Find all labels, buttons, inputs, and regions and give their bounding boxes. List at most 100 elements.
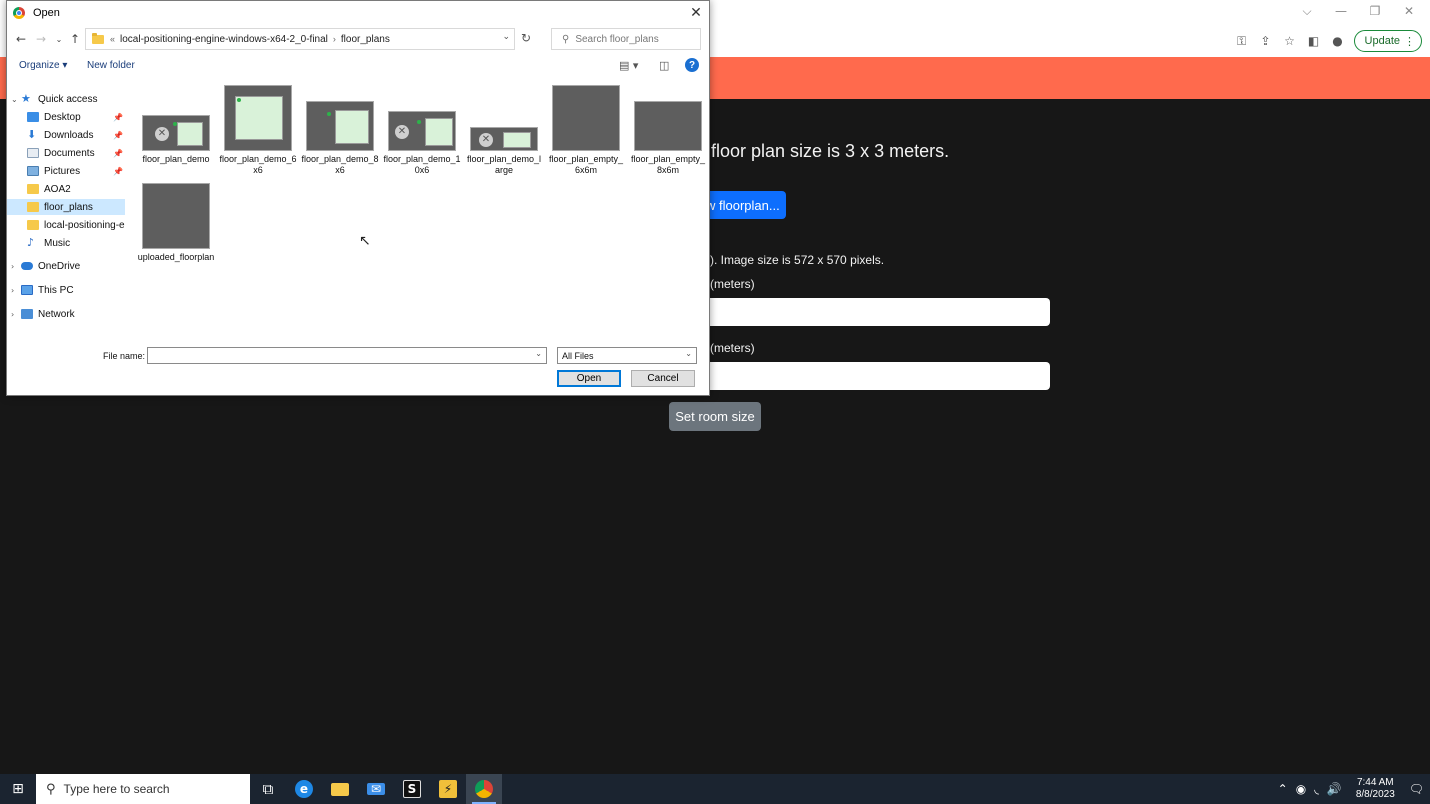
- change-view-icon[interactable]: ▤ ▾: [619, 59, 638, 72]
- network-icon: [21, 309, 33, 319]
- folder-app-icon[interactable]: ⚡: [430, 774, 466, 804]
- up-arrow-icon[interactable]: ↑: [67, 31, 83, 47]
- nav-downloads[interactable]: ⬇ Downloads 📌: [7, 127, 125, 143]
- file-explorer-icon[interactable]: [322, 774, 358, 804]
- height-input[interactable]: [700, 362, 1050, 390]
- update-button[interactable]: Update ⋮: [1353, 30, 1422, 52]
- file-name-dropdown-icon[interactable]: ⌄: [535, 349, 542, 358]
- refresh-icon[interactable]: ↻: [521, 31, 531, 45]
- mail-icon[interactable]: ✉: [358, 774, 394, 804]
- file-thumbnail: [224, 85, 292, 151]
- tab-search-icon[interactable]: ⌵: [1290, 2, 1324, 20]
- expanded-chevron-icon[interactable]: ⌄: [11, 95, 21, 104]
- music-icon: ♪: [27, 236, 35, 249]
- new-folder-button[interactable]: New folder: [87, 60, 135, 71]
- file-item[interactable]: ✕ floor_plan_demo_10x6: [383, 83, 461, 176]
- anchor-dot: [417, 120, 421, 124]
- bookmark-star-icon[interactable]: ☆: [1282, 33, 1298, 49]
- collapsed-chevron-icon[interactable]: ›: [11, 310, 21, 319]
- profile-icon[interactable]: ●: [1330, 33, 1346, 49]
- pictures-icon: [27, 166, 39, 176]
- share-icon[interactable]: ⇪: [1258, 33, 1274, 49]
- address-bar[interactable]: « local-positioning-engine-windows-x64-2…: [85, 28, 515, 50]
- nav-documents[interactable]: Documents 📌: [7, 145, 125, 161]
- app-s-icon[interactable]: S: [394, 774, 430, 804]
- file-item[interactable]: uploaded_floorplan: [137, 183, 215, 263]
- breadcrumb-item[interactable]: local-positioning-engine-windows-x64-2_0…: [120, 34, 328, 45]
- nav-local-positioning[interactable]: local-positioning-e: [7, 217, 125, 233]
- file-item[interactable]: floor_plan_empty_6x6m: [547, 83, 625, 176]
- file-item[interactable]: floor_plan_empty_8x6m: [629, 83, 707, 176]
- file-item[interactable]: ✕ floor_plan_demo: [137, 83, 215, 165]
- open-button[interactable]: Open: [557, 370, 621, 387]
- nav-floor-plans[interactable]: floor_plans: [7, 199, 125, 215]
- clock-time: 7:44 AM: [1356, 777, 1394, 788]
- room-shape: [503, 132, 531, 148]
- width-input[interactable]: [700, 298, 1050, 326]
- folder-icon: [27, 202, 39, 212]
- search-input[interactable]: ⚲ Search floor_plans: [551, 28, 701, 50]
- folder-icon: [92, 32, 104, 44]
- nav-this-pc[interactable]: › This PC: [7, 282, 125, 298]
- restore-icon[interactable]: ❐: [1358, 2, 1392, 20]
- edge-icon[interactable]: e: [286, 774, 322, 804]
- nav-network[interactable]: › Network: [7, 306, 125, 322]
- chrome-taskbar-icon[interactable]: [466, 774, 502, 804]
- windows-start-icon[interactable]: ⊞: [0, 774, 36, 804]
- show-hidden-icons-icon[interactable]: ⌃: [1278, 782, 1288, 796]
- organize-button[interactable]: Organize ▾: [19, 60, 67, 71]
- clock[interactable]: 7:44 AM 8/8/2023: [1356, 777, 1395, 801]
- taskbar-search-input[interactable]: ⚲ Type here to search: [36, 774, 250, 804]
- nav-onedrive[interactable]: › OneDrive: [7, 258, 125, 274]
- meet-icon[interactable]: ◉: [1296, 782, 1306, 796]
- file-thumbnail: ✕: [470, 127, 538, 151]
- side-panel-icon[interactable]: ◧: [1306, 33, 1322, 49]
- forward-arrow-icon[interactable]: →: [33, 31, 49, 47]
- overflow-chevron-icon[interactable]: «: [110, 34, 115, 44]
- dialog-close-icon[interactable]: ✕: [687, 4, 705, 22]
- network-status-icon[interactable]: ◟: [1314, 782, 1319, 796]
- collapsed-chevron-icon[interactable]: ›: [11, 286, 21, 295]
- close-window-icon[interactable]: ✕: [1392, 2, 1426, 20]
- file-thumbnail: ✕: [142, 115, 210, 151]
- help-icon[interactable]: ?: [685, 58, 699, 72]
- nav-music[interactable]: ♪ Music: [7, 235, 125, 251]
- cancel-button[interactable]: Cancel: [631, 370, 695, 387]
- file-name-label: File name:: [103, 351, 146, 361]
- task-view-icon[interactable]: ⧉: [250, 774, 286, 804]
- minimize-icon[interactable]: —: [1324, 2, 1358, 20]
- room-shape: [335, 110, 369, 144]
- menu-dots-icon: ⋮: [1404, 35, 1415, 48]
- image-size-text: rs). Image size is 572 x 570 pixels.: [700, 253, 885, 267]
- breadcrumb-item[interactable]: floor_plans: [341, 34, 390, 45]
- file-name-row: File name: ⌄ All Files ⌄: [7, 347, 709, 367]
- anchor-dot: [237, 98, 241, 102]
- nav-pictures[interactable]: Pictures 📌: [7, 163, 125, 179]
- address-dropdown-icon[interactable]: ⌄: [502, 32, 510, 42]
- volume-icon[interactable]: 🔊: [1327, 782, 1342, 796]
- back-arrow-icon[interactable]: ←: [13, 31, 29, 47]
- recent-locations-icon[interactable]: ⌄: [51, 31, 67, 47]
- file-item[interactable]: floor_plan_demo_8x6: [301, 83, 379, 176]
- navigation-pane: ⌄ ★ Quick access Desktop 📌 ⬇ Downloads 📌…: [7, 89, 125, 329]
- file-name-input[interactable]: ⌄: [147, 347, 547, 364]
- star-icon: ★: [21, 92, 31, 105]
- nav-desktop[interactable]: Desktop 📌: [7, 109, 125, 125]
- dialog-title: Open: [33, 7, 60, 19]
- cloud-icon: [21, 262, 33, 270]
- upload-floorplan-button[interactable]: w floorplan...: [700, 191, 786, 219]
- pin-icon: 📌: [113, 130, 123, 140]
- file-item[interactable]: ✕ floor_plan_demo_large: [465, 83, 543, 176]
- breadcrumb-separator-icon: ›: [332, 34, 336, 44]
- notifications-icon[interactable]: 🗨: [1409, 782, 1424, 796]
- key-icon[interactable]: ⚿: [1234, 33, 1250, 49]
- file-type-select[interactable]: All Files ⌄: [557, 347, 697, 364]
- preview-pane-icon[interactable]: ◫: [659, 59, 669, 72]
- set-room-size-button[interactable]: Set room size: [669, 402, 761, 431]
- floor-plan-size-heading: floor plan size is 3 x 3 meters.: [711, 141, 950, 161]
- collapsed-chevron-icon[interactable]: ›: [11, 262, 21, 271]
- nav-aoa2[interactable]: AOA2: [7, 181, 125, 197]
- navigation-row: ← → ⌄ ↑ « local-positioning-engine-windo…: [7, 27, 709, 51]
- file-item[interactable]: floor_plan_demo_6x6: [219, 83, 297, 176]
- nav-quick-access[interactable]: ⌄ ★ Quick access: [7, 91, 125, 107]
